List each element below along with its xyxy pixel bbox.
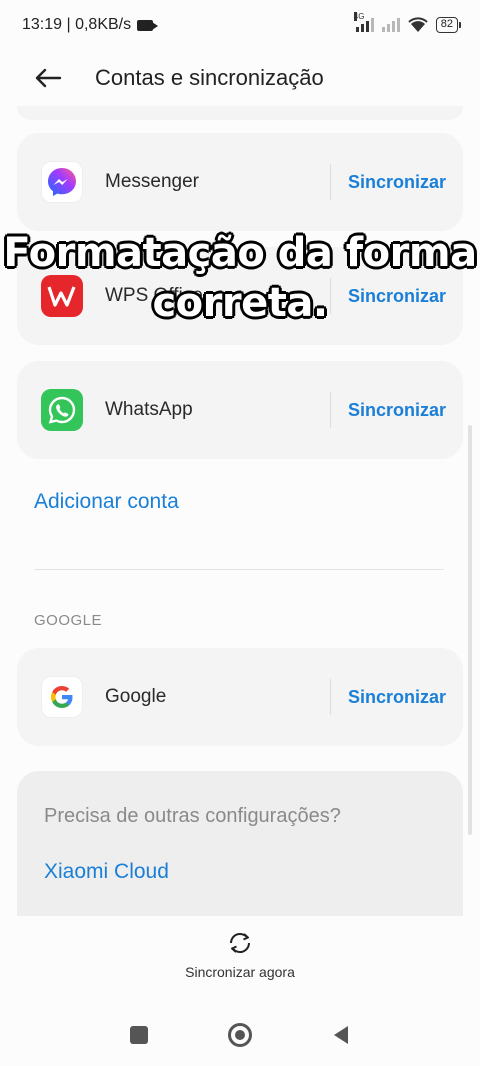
account-row-whatsapp[interactable]: WhatsApp Sincronizar — [17, 361, 463, 459]
status-bar: 13:19 | 0,8KB/s 4G 82 — [0, 0, 480, 50]
signal-secondary-icon — [381, 18, 400, 32]
battery-indicator: 82 — [435, 17, 462, 33]
page-title: Contas e sincronização — [95, 65, 324, 90]
signal-icon: 4G — [353, 12, 374, 32]
messenger-icon — [41, 161, 83, 203]
sync-now-label: Sincronizar agora — [185, 964, 295, 980]
google-icon — [41, 676, 83, 718]
recents-button[interactable] — [130, 1026, 148, 1044]
sync-button-whatsapp[interactable]: Sincronizar — [331, 400, 463, 421]
account-row-messenger[interactable]: Messenger Sincronizar — [17, 133, 463, 231]
overlay-caption-line1: Formatação da forma — [3, 230, 477, 276]
network-type-label: 4G — [353, 12, 365, 21]
previous-card-edge — [17, 106, 463, 120]
home-button[interactable] — [228, 1023, 252, 1047]
arrow-left-icon — [35, 68, 62, 88]
sync-now-button[interactable]: Sincronizar agora — [0, 930, 480, 980]
status-time: 13:19 | 0,8KB/s — [22, 16, 132, 33]
other-settings-question: Precisa de outras configurações? — [44, 805, 341, 827]
account-label: Google — [105, 686, 167, 707]
divider — [34, 569, 444, 570]
camera-icon — [137, 19, 159, 31]
wifi-icon — [408, 17, 428, 32]
account-label: WhatsApp — [105, 399, 193, 420]
section-heading-google: GOOGLE — [34, 612, 103, 629]
other-settings-card: Precisa de outras configurações? Xiaomi … — [17, 771, 463, 916]
system-nav-bar — [0, 1010, 480, 1060]
app-header: Contas e sincronização — [0, 50, 480, 106]
account-label: Messenger — [105, 171, 199, 192]
account-row-google[interactable]: Google Sincronizar — [17, 648, 463, 746]
add-account-link[interactable]: Adicionar conta — [34, 490, 179, 514]
sync-icon — [229, 932, 251, 954]
overlay-caption: Formatação da forma correta. — [0, 228, 480, 328]
back-button[interactable] — [18, 50, 78, 106]
back-triangle-icon[interactable] — [332, 1025, 350, 1045]
whatsapp-icon — [41, 389, 83, 431]
xiaomi-cloud-link[interactable]: Xiaomi Cloud — [44, 860, 169, 884]
sync-button-google[interactable]: Sincronizar — [331, 687, 463, 708]
home-dot — [235, 1030, 245, 1040]
sync-button-messenger[interactable]: Sincronizar — [331, 172, 463, 193]
scrollbar[interactable] — [468, 425, 472, 835]
overlay-caption-line2: correta. — [152, 280, 328, 326]
